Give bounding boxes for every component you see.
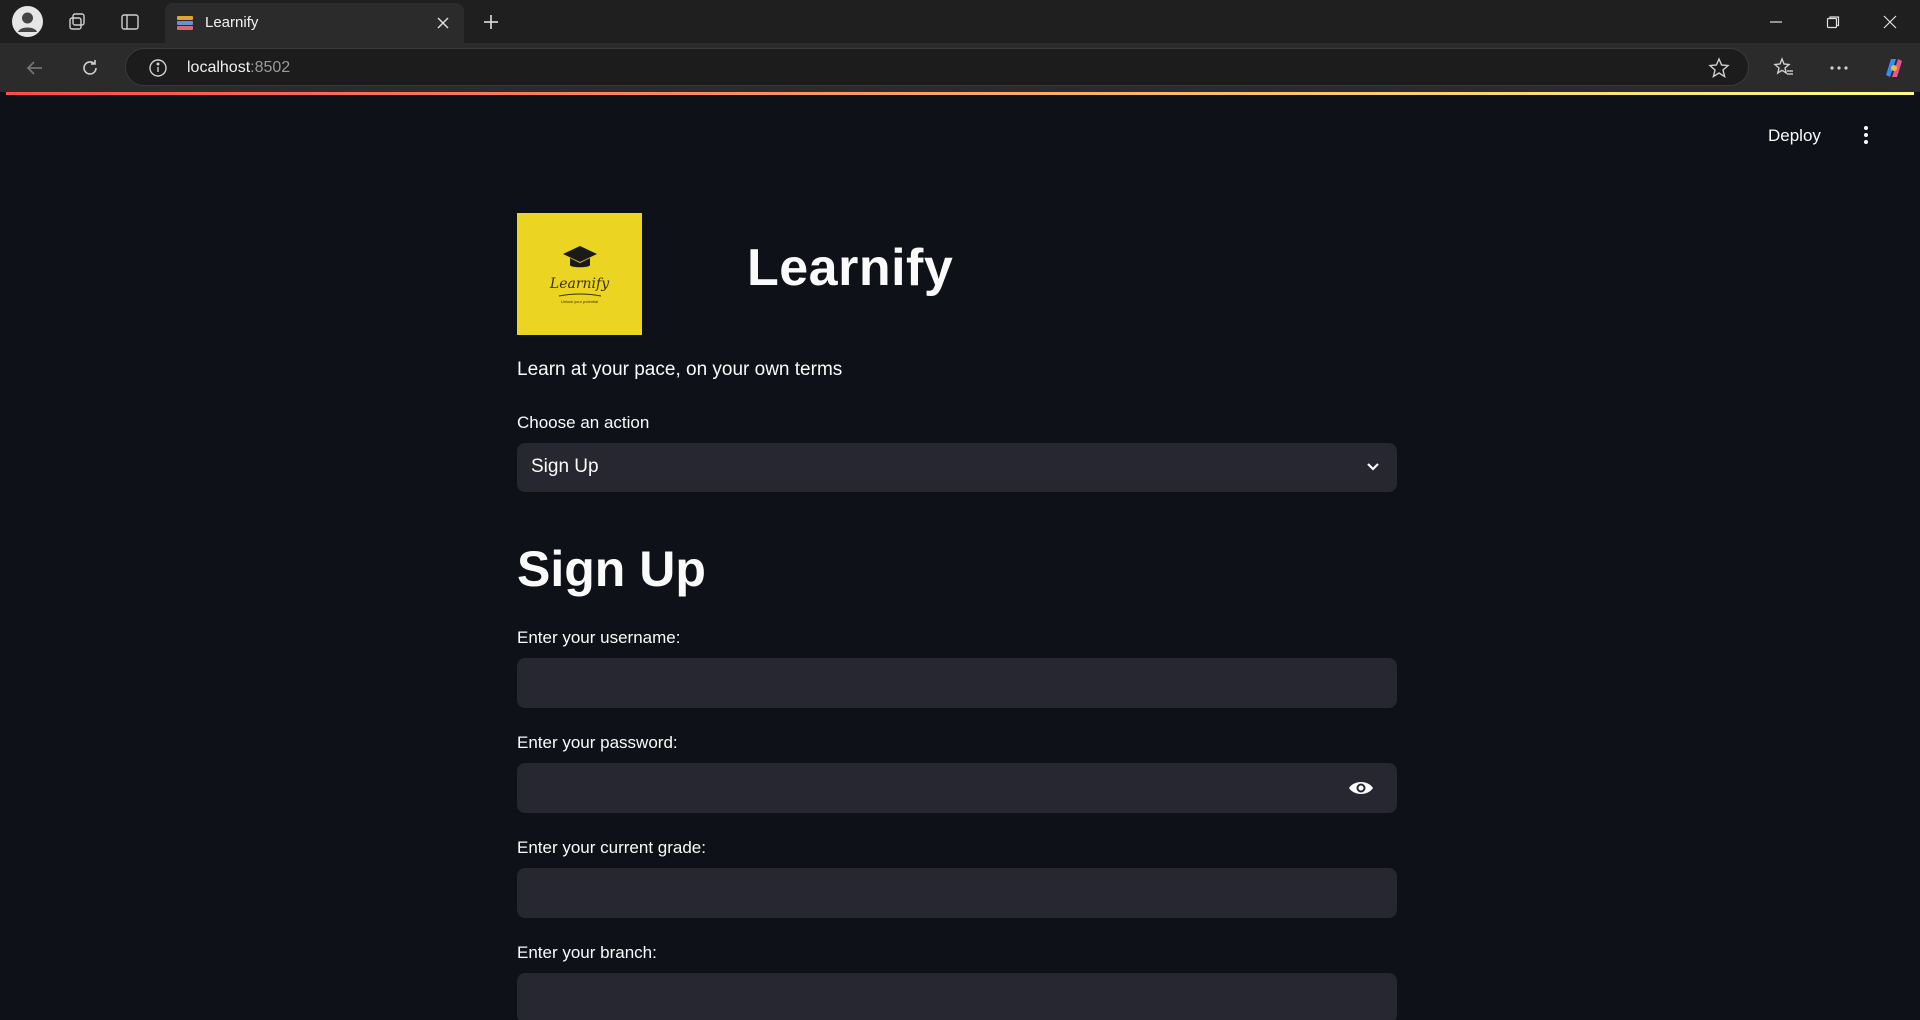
tab-learnify[interactable]: Learnify [165,3,464,43]
site-info-icon[interactable] [148,58,168,83]
url-text: localhost:8502 [187,59,291,76]
learnify-logo: Learnify Unlock your potential [517,213,642,335]
chevron-down-icon [1363,457,1383,477]
action-select-value: Sign Up [531,456,599,477]
new-tab-plus-icon[interactable] [476,7,506,37]
header-decoration [6,92,1914,95]
app-viewport: Deploy Learnify Unlock your potential Le… [6,92,1914,1020]
logo-text: Learnify [549,276,610,292]
deploy-button[interactable]: Deploy [1768,126,1821,146]
action-select-label: Choose an action [517,413,650,432]
address-bar[interactable]: localhost:8502 [125,48,1749,86]
username-input[interactable] [517,658,1397,708]
workspaces-icon[interactable] [62,7,92,37]
tab-close-icon[interactable] [432,12,454,34]
reload-icon[interactable] [74,53,106,83]
app-title: Learnify [747,239,954,297]
minimize-icon[interactable] [1748,0,1804,43]
learnify-favicon-icon [176,14,194,32]
favorites-icon[interactable] [1768,53,1800,83]
action-select[interactable]: Sign Up [517,443,1397,492]
grade-input[interactable] [517,868,1397,918]
close-window-icon[interactable] [1862,0,1918,43]
logo-subtext: Unlock your potential [560,299,599,304]
more-options-icon[interactable] [1823,53,1855,83]
copilot-icon[interactable] [1878,53,1910,83]
main-menu-icon[interactable] [1858,124,1874,146]
password-label: Enter your password: [517,733,678,752]
tagline: Learn at your pace, on your own terms [517,359,843,380]
branch-input[interactable] [517,973,1397,1020]
tab-actions-icon[interactable] [115,7,145,37]
branch-label: Enter your branch: [517,943,657,962]
tab-title: Learnify [205,14,259,31]
browser-titlebar: Learnify [0,0,1920,43]
graduation-cap-icon [562,246,597,268]
grade-label: Enter your current grade: [517,838,706,857]
browser-toolbar: localhost:8502 [0,43,1920,92]
restore-icon[interactable] [1805,0,1861,43]
profile-avatar-icon[interactable] [12,6,43,37]
username-label: Enter your username: [517,628,681,647]
section-title: Sign Up [517,541,706,597]
password-input[interactable] [517,763,1397,813]
back-arrow-icon[interactable] [19,53,51,83]
show-password-eye-icon[interactable] [1348,775,1374,801]
favorite-star-icon[interactable] [1708,57,1730,84]
